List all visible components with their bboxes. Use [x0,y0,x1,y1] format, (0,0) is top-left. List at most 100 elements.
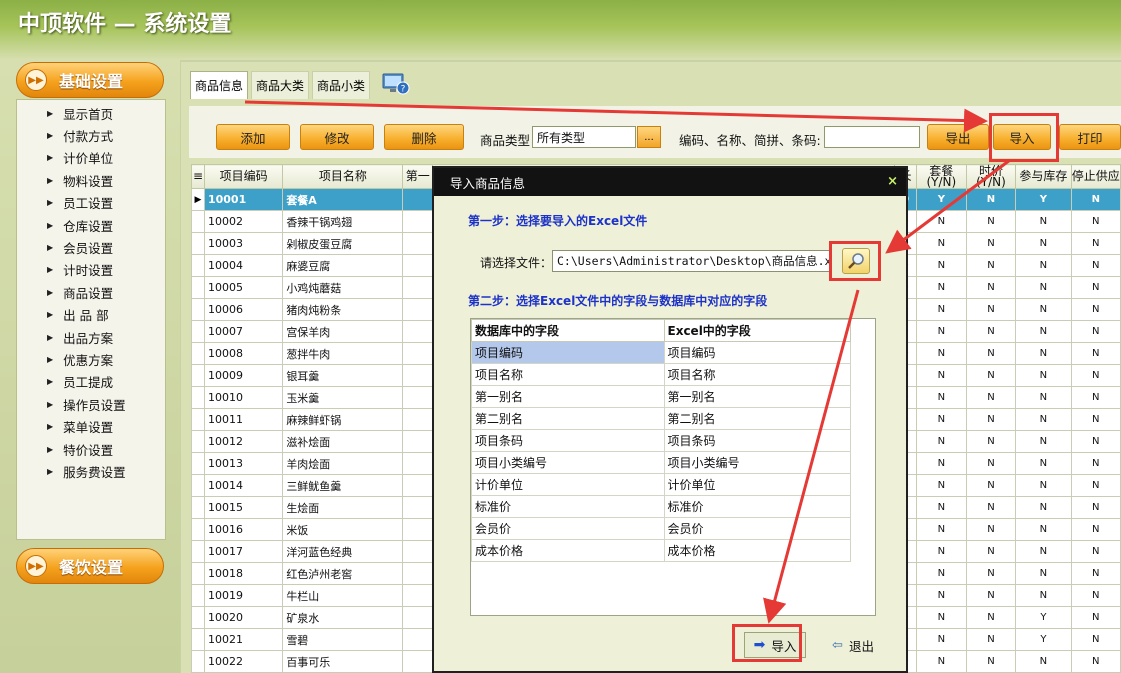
cell-code: 10017 [203,540,284,563]
mapping-db-field[interactable]: 项目名称 [471,363,665,386]
file-path-input[interactable]: C:\Users\Administrator\Desktop\商品信息.xls [552,250,832,272]
cell-code: 10019 [203,584,284,607]
tab-product-info[interactable]: 商品信息 [190,71,248,99]
mapping-db-field[interactable]: 第一别名 [471,385,665,408]
triangle-right-icon: ▶ [47,108,54,118]
column-header-time-price[interactable]: 时价 (Y/N) [965,164,1017,189]
mapping-db-field[interactable]: 第二别名 [471,407,665,430]
export-button[interactable]: 导出 [927,124,989,150]
sidebar-item[interactable]: ▶ 特价设置 [17,438,165,460]
column-header-stop-supply[interactable]: 停止供应 [1070,164,1121,189]
sidebar-item[interactable]: ▶ 计时设置 [17,259,165,281]
mapping-row[interactable]: 会员价 会员价 [471,517,851,540]
sidebar-item[interactable]: ▶ 服务费设置 [17,460,165,482]
mapping-row[interactable]: 项目条码 项目条码 [471,429,851,452]
sidebar-item[interactable]: ▶ 显示首页 [17,102,165,124]
mapping-excel-field[interactable]: 第二别名 [663,407,851,430]
triangle-right-icon: ▶ [47,422,54,432]
row-indicator [191,650,205,673]
mapping-row[interactable]: 项目名称 项目名称 [471,363,851,386]
mapping-excel-field[interactable]: 会员价 [663,517,851,540]
sidebar-item[interactable]: ▶ 出品方案 [17,326,165,348]
category-type-browse-button[interactable]: ... [637,126,661,148]
mapping-excel-field[interactable]: 项目编码 [663,341,851,364]
row-indicator [191,496,205,519]
sidebar-item[interactable]: ▶ 会员设置 [17,236,165,258]
mapping-db-field[interactable]: 标准价 [471,495,665,518]
sidebar-item[interactable]: ▶ 员工设置 [17,192,165,214]
mapping-row[interactable]: 标准价 标准价 [471,495,851,518]
category-type-select[interactable]: 所有类型 [532,126,636,148]
sidebar-item[interactable]: ▶ 员工提成 [17,371,165,393]
sidebar-item-label: 商品设置 [63,285,114,301]
cell-name: 葱拌牛肉 [282,342,404,365]
column-header-code[interactable]: 项目编码 [203,164,284,189]
column-header-combo[interactable]: 套餐 (Y/N) [915,164,967,189]
tab-product-minor-category[interactable]: 商品小类 [312,71,370,99]
sidebar-item-label: 出 品 部 [63,308,109,324]
sidebar-item-label: 员工提成 [63,375,114,391]
mapping-header-db: 数据库中的字段 [471,319,665,342]
mapping-row[interactable]: 计价单位 计价单位 [471,473,851,496]
cell-stock: N [1015,540,1072,563]
mapping-excel-field[interactable]: 项目名称 [663,363,851,386]
cell-alias1 [402,474,434,497]
delete-button[interactable]: 删除 [384,124,464,150]
mapping-excel-field[interactable]: 第一别名 [663,385,851,408]
cell-stop-supply: N [1070,254,1121,277]
mapping-db-field[interactable]: 会员价 [471,517,665,540]
sidebar-item-label: 仓库设置 [63,218,114,234]
cell-stock: Y [1015,606,1072,629]
cell-name: 百事可乐 [282,650,404,673]
cell-combo: N [915,562,967,585]
dialog-exit-button[interactable]: ⇦ 退出 [822,632,884,658]
cell-stock: N [1015,496,1072,519]
close-icon[interactable]: × [887,174,898,189]
help-icon[interactable]: ? [382,72,410,96]
sidebar-item[interactable]: ▶ 付款方式 [17,124,165,146]
sidebar-item[interactable]: ▶ 商品设置 [17,281,165,303]
category-basic-settings-button[interactable]: ▶▶ 基础设置 [16,62,164,98]
cell-name: 生烩面 [282,496,404,519]
edit-button[interactable]: 修改 [300,124,374,150]
mapping-db-field[interactable]: 项目条码 [471,429,665,452]
row-indicator [191,386,205,409]
search-input[interactable] [824,126,920,148]
sidebar-item[interactable]: ▶ 出 品 部 [17,304,165,326]
dialog-title-bar[interactable]: 导入商品信息 × [434,168,906,196]
mapping-db-field[interactable]: 计价单位 [471,473,665,496]
mapping-excel-field[interactable]: 计价单位 [663,473,851,496]
add-button[interactable]: 添加 [216,124,290,150]
sidebar-item[interactable]: ▶ 优惠方案 [17,348,165,370]
mapping-excel-field[interactable]: 成本价格 [663,539,851,562]
row-indicator [191,254,205,277]
sidebar-item[interactable]: ▶ 计价单位 [17,147,165,169]
mapping-excel-field[interactable]: 项目小类编号 [663,451,851,474]
mapping-db-field[interactable]: 成本价格 [471,539,665,562]
mapping-excel-field[interactable]: 项目条码 [663,429,851,452]
print-button[interactable]: 打印 [1059,124,1121,150]
cell-alias1 [402,276,434,299]
mapping-row[interactable]: 成本价格 成本价格 [471,539,851,562]
cell-alias1 [402,386,434,409]
sidebar-item[interactable]: ▶ 仓库设置 [17,214,165,236]
mapping-row[interactable]: 第一别名 第一别名 [471,385,851,408]
column-header-alias1[interactable]: 第一 [402,164,434,189]
sidebar-item[interactable]: ▶ 物料设置 [17,169,165,191]
mapping-row[interactable]: 第二别名 第二别名 [471,407,851,430]
tab-product-major-category[interactable]: 商品大类 [251,71,309,99]
mapping-excel-field[interactable]: 标准价 [663,495,851,518]
column-header-stock[interactable]: 参与库存 [1015,164,1072,189]
category-dining-settings-button[interactable]: ▶▶ 餐饮设置 [16,548,164,584]
cell-time-price: N [965,562,1017,585]
cell-stock: N [1015,364,1072,387]
mapping-db-field[interactable]: 项目编码 [471,341,665,364]
mapping-row[interactable]: 项目编码 项目编码 [471,341,851,364]
column-header-name[interactable]: 项目名称 [282,164,404,189]
mapping-row[interactable]: 项目小类编号 项目小类编号 [471,451,851,474]
sidebar-item[interactable]: ▶ 菜单设置 [17,415,165,437]
sidebar-item[interactable]: ▶ 操作员设置 [17,393,165,415]
cell-stock: N [1015,320,1072,343]
cell-code: 10022 [203,650,284,673]
mapping-db-field[interactable]: 项目小类编号 [471,451,665,474]
